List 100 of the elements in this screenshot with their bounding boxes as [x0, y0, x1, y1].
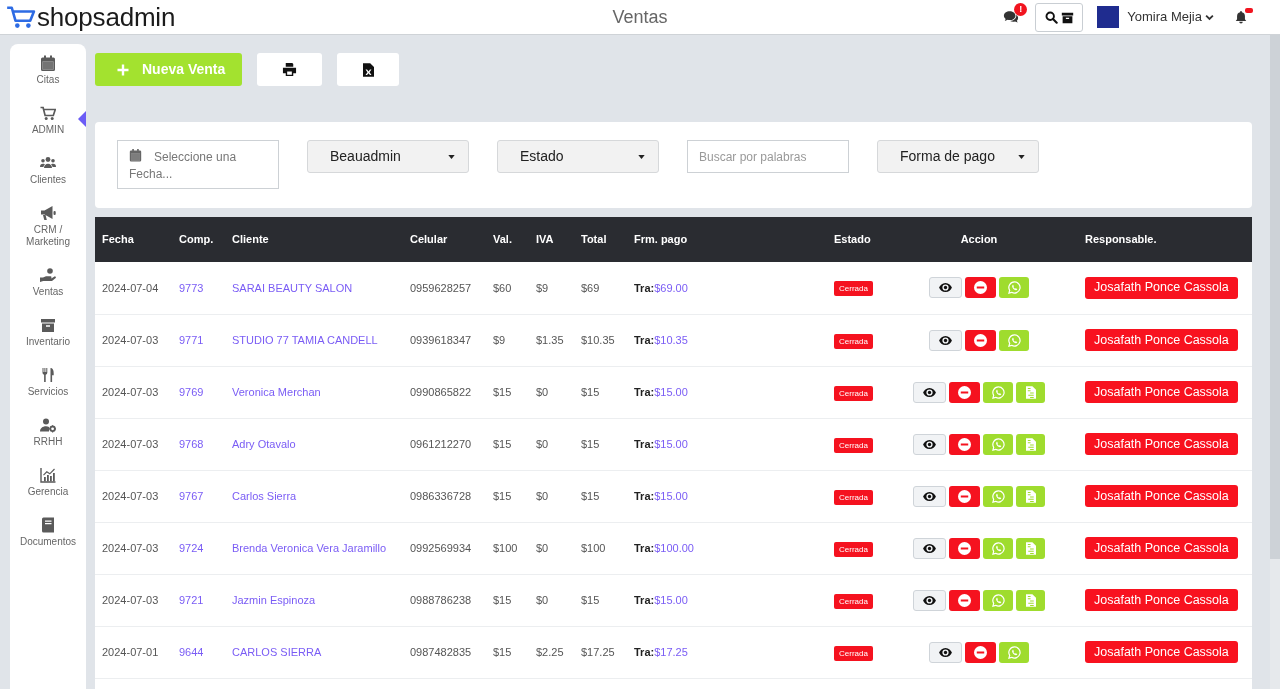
sale-date: 2024-07-01: [102, 645, 159, 658]
sidebar-item[interactable]: CRM / Marketing: [10, 205, 86, 267]
responsible-button[interactable]: Josafath Ponce Cassola: [1085, 537, 1238, 559]
payment-amount-link[interactable]: $17.25: [654, 645, 688, 658]
client-link[interactable]: CARLOS SIERRA: [232, 645, 322, 658]
receipt-link[interactable]: 9724: [179, 541, 204, 554]
receipt-link[interactable]: 9644: [179, 645, 204, 658]
receipt-link[interactable]: 9768: [179, 437, 204, 450]
delete-button[interactable]: [949, 485, 980, 507]
print-button[interactable]: [257, 53, 322, 86]
responsible-button[interactable]: Josafath Ponce Cassola: [1085, 381, 1238, 403]
sidebar-item[interactable]: Inventario: [10, 317, 86, 367]
view-button[interactable]: [929, 329, 962, 351]
sidebar-item[interactable]: RRHH: [10, 417, 86, 467]
sidebar-item[interactable]: Documentos: [10, 517, 86, 567]
client-link[interactable]: Carlos Sierra: [232, 489, 297, 502]
responsible-button[interactable]: Josafath Ponce Cassola: [1085, 329, 1238, 351]
payment-amount-link[interactable]: $15.00: [654, 593, 688, 606]
view-button[interactable]: [913, 485, 946, 507]
total-amount: $15: [581, 437, 600, 450]
amount-value: $15: [493, 489, 512, 502]
sidebar-item[interactable]: ADMIN: [10, 105, 86, 155]
view-button[interactable]: [929, 641, 962, 663]
delete-button[interactable]: [965, 641, 996, 663]
sidebar-item[interactable]: Servicios: [10, 367, 86, 417]
client-link[interactable]: Brenda Veronica Vera Jaramillo: [232, 541, 387, 554]
sidebar-item[interactable]: Gerencia: [10, 467, 86, 517]
eye-icon: [922, 490, 937, 502]
client-link[interactable]: Veronica Merchan: [232, 385, 321, 398]
delete-button[interactable]: [965, 329, 996, 351]
payment-amount-link[interactable]: $15.00: [654, 385, 688, 398]
receipt-link[interactable]: 9767: [179, 489, 204, 502]
payment-amount-link[interactable]: $10.35: [654, 333, 688, 346]
bell-icon[interactable]: [1234, 10, 1248, 24]
cart-logo-icon: [6, 5, 36, 29]
receipt-link[interactable]: 9773: [179, 281, 204, 294]
archive-box-icon: [40, 317, 56, 333]
view-button[interactable]: [913, 537, 946, 559]
filter-dropdown[interactable]: Beauadmin: [307, 140, 469, 173]
view-button[interactable]: [913, 589, 946, 611]
responsible-button[interactable]: Josafath Ponce Cassola: [1085, 433, 1238, 455]
book-icon: [40, 517, 56, 533]
payment-amount-link[interactable]: $100.00: [654, 541, 694, 554]
sidebar-item[interactable]: Clientes: [10, 155, 86, 205]
hand-coin-icon: [40, 267, 56, 283]
tax-amount: $0: [536, 385, 549, 398]
payment-amount-link[interactable]: $15.00: [654, 489, 688, 502]
payment-method: Tra:: [634, 593, 655, 606]
view-button[interactable]: [913, 433, 946, 455]
sidebar-item[interactable]: Ventas: [10, 267, 86, 317]
client-link[interactable]: STUDIO 77 TAMIA CANDELL: [232, 333, 378, 346]
payment-method: Tra:: [634, 437, 655, 450]
filter-dropdown[interactable]: Forma de pago: [877, 140, 1039, 173]
page-title: Ventas: [612, 7, 668, 27]
client-link[interactable]: SARAI BEAUTY SALON: [232, 281, 353, 294]
payment-amount-link[interactable]: $15.00: [654, 437, 688, 450]
chat-phone-icon: [991, 593, 1005, 607]
filter-dropdown[interactable]: Estado: [497, 140, 659, 173]
payment-amount-link[interactable]: $69.00: [654, 281, 688, 294]
document-icon: [1025, 437, 1036, 451]
client-link[interactable]: Jazmin Espinoza: [232, 593, 316, 606]
sidebar-item[interactable]: Citas: [10, 55, 86, 105]
scrollbar-track[interactable]: [1270, 35, 1280, 689]
phone-number: 0986336728: [410, 489, 472, 502]
view-button[interactable]: [929, 277, 962, 299]
chat-bubbles-icon[interactable]: [1003, 10, 1020, 24]
delete-button[interactable]: [949, 589, 980, 611]
responsible-button[interactable]: Josafath Ponce Cassola: [1085, 276, 1238, 299]
phone-number: 0988786238: [410, 593, 472, 606]
scrollbar-thumb[interactable]: [1270, 35, 1280, 559]
chat-phone-icon: [991, 385, 1005, 399]
responsible-button[interactable]: Josafath Ponce Cassola: [1085, 589, 1238, 611]
search-field[interactable]: Buscar por palabras: [687, 140, 849, 173]
responsible-button[interactable]: Josafath Ponce Cassola: [1085, 485, 1238, 507]
chat-phone-icon: [1007, 333, 1021, 347]
document-icon: [1025, 541, 1036, 555]
eye-icon: [938, 282, 953, 294]
responsible-button[interactable]: Josafath Ponce Cassola: [1085, 641, 1238, 663]
column-header: Val.: [493, 233, 512, 246]
view-button[interactable]: [913, 381, 946, 403]
date-field[interactable]: Seleccione una Fecha...: [117, 140, 279, 189]
tax-amount: $9: [536, 281, 549, 294]
status-badge: Cerrada: [834, 593, 873, 609]
total-amount: $15: [581, 593, 600, 606]
receipt-link[interactable]: 9769: [179, 385, 204, 398]
receipt-link[interactable]: 9721: [179, 593, 204, 606]
receipt-link[interactable]: 9771: [179, 333, 204, 346]
search-button[interactable]: [1035, 2, 1084, 32]
chat-phone-icon: [1007, 645, 1021, 659]
delete-button[interactable]: [965, 277, 996, 299]
export-button[interactable]: [337, 53, 399, 86]
tax-amount: $1.35: [536, 333, 564, 346]
tax-amount: $2.25: [536, 645, 564, 658]
printer-icon: [282, 62, 297, 77]
sale-date: 2024-07-03: [102, 489, 159, 502]
client-link[interactable]: Adry Otavalo: [232, 437, 296, 450]
user-menu-button[interactable]: Yomira Mejia: [1127, 7, 1214, 27]
delete-button[interactable]: [949, 381, 980, 403]
delete-button[interactable]: [949, 433, 980, 455]
delete-button[interactable]: [949, 537, 980, 559]
